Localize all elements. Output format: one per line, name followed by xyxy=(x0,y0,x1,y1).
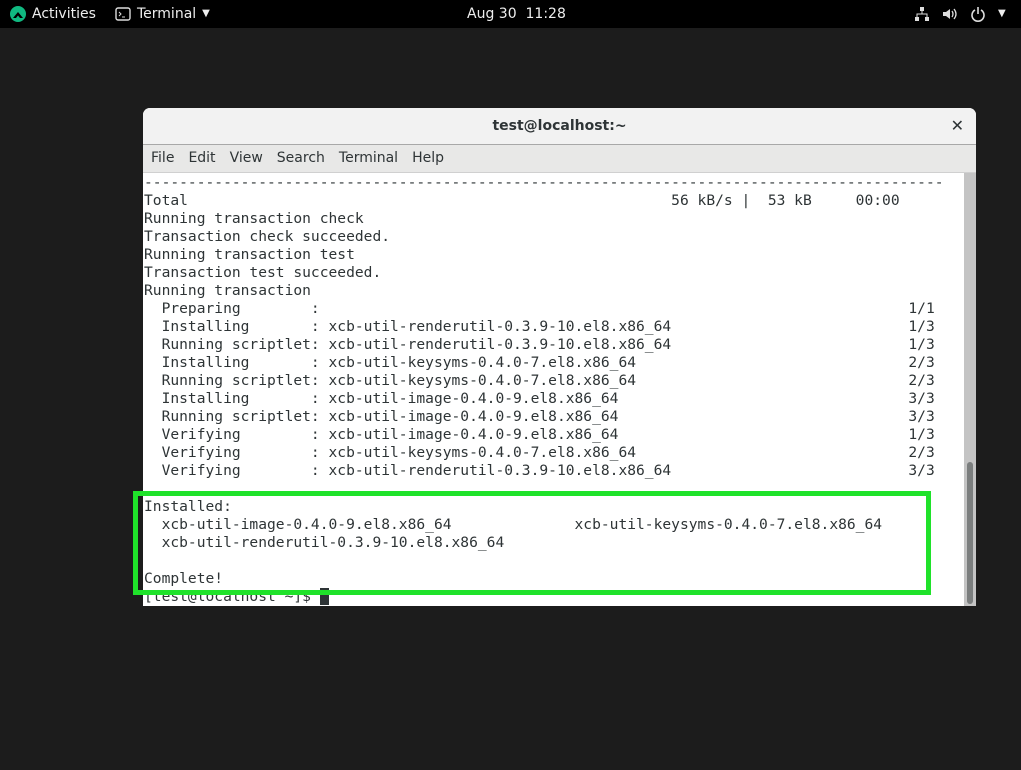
menu-help[interactable]: Help xyxy=(405,145,451,172)
menu-edit[interactable]: Edit xyxy=(181,145,222,172)
transaction-step-line: Running scriptlet: xcb-util-renderutil-0… xyxy=(144,336,935,353)
output-line: Transaction check succeeded. xyxy=(144,228,391,245)
clock-label: Aug 30 11:28 xyxy=(467,6,566,22)
menu-search[interactable]: Search xyxy=(270,145,332,172)
transaction-step-line: Running scriptlet: xcb-util-keysyms-0.4.… xyxy=(144,372,935,389)
highlight-box xyxy=(133,491,931,595)
transaction-step-line: Running scriptlet: xcb-util-image-0.4.0-… xyxy=(144,408,935,425)
summary-line: Total 56 kB/s | 53 kB 00:00 xyxy=(144,192,900,209)
transaction-step-line: Verifying : xcb-util-renderutil-0.3.9-10… xyxy=(144,462,935,479)
top-bar: Activities Terminal ▼ Aug 30 11:28 ▼ xyxy=(0,0,1021,28)
transaction-step-line: Installing : xcb-util-image-0.4.0-9.el8.… xyxy=(144,390,935,407)
output-line: Running transaction test xyxy=(144,246,355,263)
transaction-step-line: Verifying : xcb-util-image-0.4.0-9.el8.x… xyxy=(144,426,935,443)
power-icon xyxy=(971,7,985,22)
rocky-logo-icon xyxy=(10,6,26,22)
output-line: Transaction test succeeded. xyxy=(144,264,382,281)
terminal-icon xyxy=(115,7,131,21)
activities-button[interactable]: Activities xyxy=(10,0,96,28)
transaction-step-line: Preparing : 1/1 xyxy=(144,300,935,317)
window-title: test@localhost:~ xyxy=(492,118,627,134)
title-bar[interactable]: test@localhost:~ ✕ xyxy=(143,108,976,145)
volume-icon xyxy=(943,8,957,20)
transaction-step-line: Installing : xcb-util-keysyms-0.4.0-7.el… xyxy=(144,354,935,371)
close-icon[interactable]: ✕ xyxy=(951,108,964,144)
chevron-down-icon: ▼ xyxy=(998,8,1006,19)
menu-bar: File Edit View Search Terminal Help xyxy=(143,145,976,173)
clock[interactable]: Aug 30 11:28 xyxy=(467,0,566,28)
menu-file[interactable]: File xyxy=(144,145,181,172)
menu-view[interactable]: View xyxy=(223,145,270,172)
separator-line: ----------------------------------------… xyxy=(144,174,944,191)
scrollbar[interactable] xyxy=(964,173,976,606)
output-line: Running transaction xyxy=(144,282,311,299)
scrollbar-thumb[interactable] xyxy=(967,462,973,604)
transaction-step-line: Installing : xcb-util-renderutil-0.3.9-1… xyxy=(144,318,935,335)
system-menu[interactable]: ▼ xyxy=(914,0,1006,28)
activities-label: Activities xyxy=(32,6,96,22)
transaction-step-line: Verifying : xcb-util-keysyms-0.4.0-7.el8… xyxy=(144,444,935,461)
output-line: Running transaction check xyxy=(144,210,364,227)
app-menu[interactable]: Terminal ▼ xyxy=(115,0,210,28)
menu-terminal[interactable]: Terminal xyxy=(332,145,405,172)
app-menu-label: Terminal xyxy=(137,6,197,22)
chevron-down-icon: ▼ xyxy=(202,8,210,19)
network-icon xyxy=(915,7,929,21)
